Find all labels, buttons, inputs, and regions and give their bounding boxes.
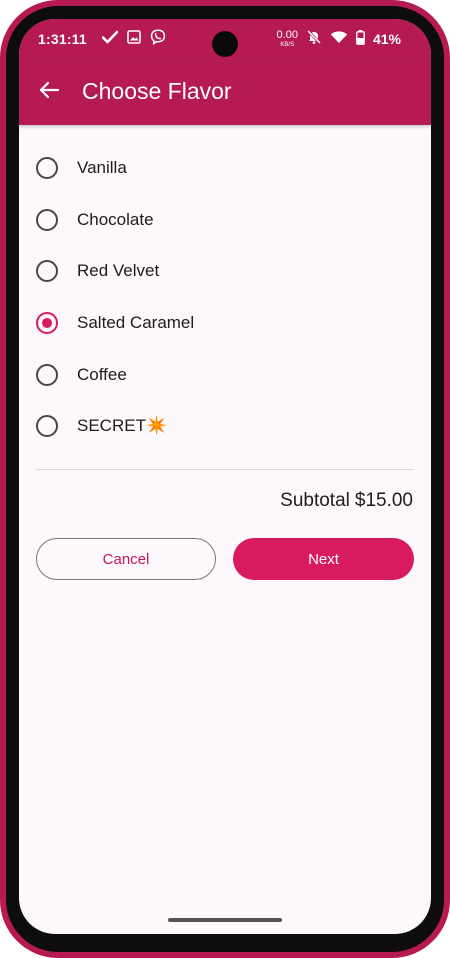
flavor-label: Salted Caramel [77, 313, 195, 332]
subtotal: Subtotal $15.00 [275, 490, 413, 512]
flavor-option-coffee[interactable]: Coffee [36, 355, 396, 395]
screen: 1:31:11 0.00 KB/S 41% Choose Flavor Vani… [19, 19, 431, 934]
battery-icon [356, 29, 365, 48]
flavor-option-vanilla[interactable]: Vanilla [36, 148, 396, 188]
radio-button[interactable] [36, 260, 58, 282]
mute-icon [306, 29, 322, 48]
image-icon [127, 30, 141, 47]
radio-button[interactable] [36, 415, 58, 437]
next-label: Next [308, 550, 339, 568]
radio-button-selected[interactable] [36, 312, 58, 334]
flavor-option-chocolate[interactable]: Chocolate [36, 200, 396, 240]
subtotal-label: Subtotal [280, 490, 350, 511]
radio-button[interactable] [36, 209, 58, 231]
check-icon [101, 30, 119, 47]
flavor-option-red-velvet[interactable]: Red Velvet [36, 251, 396, 291]
home-indicator[interactable] [168, 918, 282, 922]
flavor-option-secret[interactable]: SECRET✴️ [36, 406, 396, 446]
arrow-back-icon [38, 79, 60, 106]
flavor-label: Red Velvet [77, 261, 160, 280]
flavor-label: Coffee [77, 365, 127, 384]
page-title: Choose Flavor [82, 78, 232, 104]
wifi-icon [330, 30, 348, 47]
cancel-label: Cancel [102, 550, 150, 568]
radio-button[interactable] [36, 364, 58, 386]
net-speed-value: 0.00 [276, 28, 298, 41]
status-time: 1:31:11 [38, 31, 87, 47]
net-speed-unit: KB/S [280, 41, 295, 48]
front-camera [212, 31, 238, 57]
viber-icon [150, 29, 166, 48]
flavor-option-salted-caramel[interactable]: Salted Caramel [36, 303, 396, 343]
status-notification-icons [101, 29, 166, 48]
flavor-label: Vanilla [77, 158, 127, 177]
network-speed: 0.00 KB/S [276, 28, 298, 48]
radio-button[interactable] [36, 157, 58, 179]
flavor-label: Chocolate [77, 210, 154, 229]
battery-percent: 41% [372, 30, 401, 47]
cancel-button[interactable]: Cancel [36, 538, 216, 580]
flavor-label: SECRET✴️ [77, 416, 168, 435]
app-bar: Choose Flavor [19, 59, 431, 125]
back-button[interactable] [33, 76, 65, 108]
next-button[interactable]: Next [233, 538, 414, 580]
status-bar: 1:31:11 0.00 KB/S 41% [19, 19, 431, 59]
status-system-icons: 0.00 KB/S 41% [277, 29, 401, 48]
divider [36, 469, 414, 470]
subtotal-value: $15.00 [354, 490, 413, 511]
